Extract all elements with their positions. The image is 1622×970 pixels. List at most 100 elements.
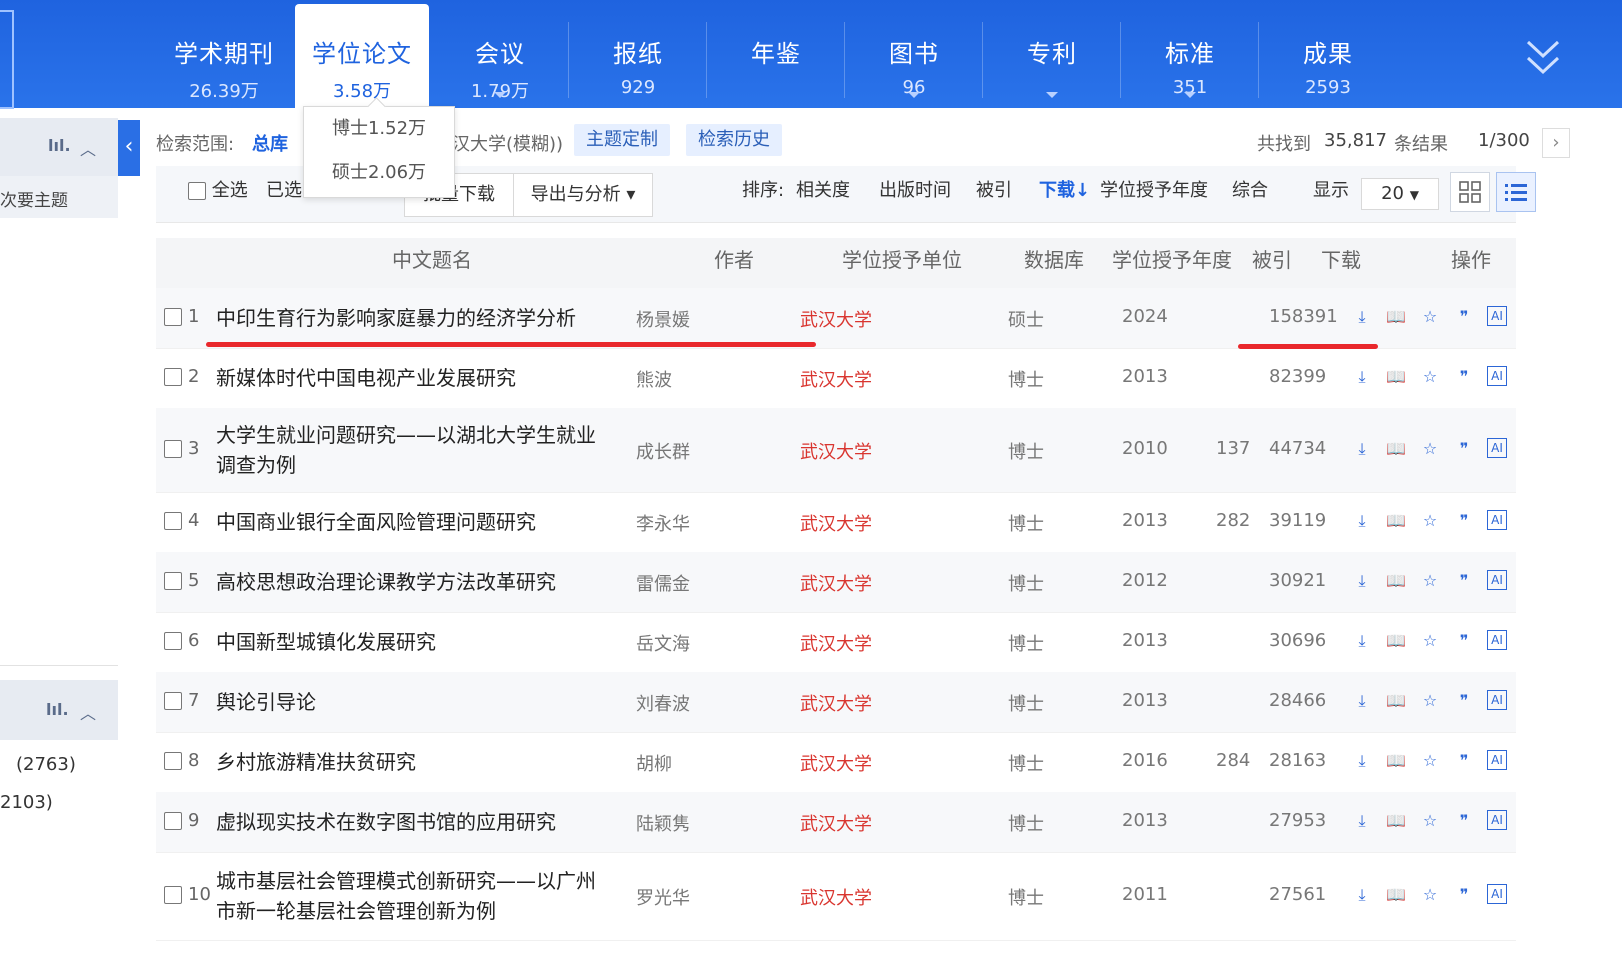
degree-unit-link[interactable]: 武汉大学 [800,438,872,464]
download-icon[interactable]: ⤓ [1351,306,1373,328]
sort-cited[interactable]: 被引 [976,166,1012,216]
quote-icon[interactable]: ❞ [1453,690,1475,712]
thesis-title-link[interactable]: 中印生育行为影响家庭暴力的经济学分析 [216,303,576,333]
range-value[interactable]: 总库 [252,130,288,156]
sort-downloads[interactable]: 下载↓ [1039,166,1090,216]
cited-count[interactable]: 282 [1216,510,1250,531]
sort-comprehensive[interactable]: 综合 [1232,166,1268,216]
col-cited[interactable]: 被引 [1252,238,1292,282]
ai-icon[interactable]: AI [1487,306,1507,326]
ai-icon[interactable]: AI [1487,366,1507,386]
download-icon[interactable]: ⤓ [1351,810,1373,832]
download-icon[interactable]: ⤓ [1351,366,1373,388]
author-link[interactable]: 刘春波 [636,690,690,716]
author-link[interactable]: 陆颖隽 [636,810,690,836]
download-icon[interactable]: ⤓ [1351,570,1373,592]
read-book-icon[interactable]: 📖 [1385,884,1407,906]
ai-icon[interactable]: AI [1487,810,1507,830]
quote-icon[interactable]: ❞ [1453,750,1475,772]
export-analysis-button[interactable]: 导出与分析 ▾ [513,173,653,217]
expand-chevron-icon[interactable] [1525,38,1561,78]
thesis-title-link[interactable]: 中国新型城镇化发展研究 [216,627,436,657]
favorite-star-icon[interactable]: ☆ [1419,306,1441,328]
author-link[interactable]: 熊波 [636,366,672,392]
thesis-title-link[interactable]: 高校思想政治理论课教学方法改革研究 [216,567,556,597]
filter-count[interactable]: (2763) [16,754,76,775]
read-book-icon[interactable]: 📖 [1385,630,1407,652]
degree-unit-link[interactable]: 武汉大学 [800,750,872,776]
favorite-star-icon[interactable]: ☆ [1419,810,1441,832]
favorite-star-icon[interactable]: ☆ [1419,690,1441,712]
favorite-star-icon[interactable]: ☆ [1419,366,1441,388]
author-link[interactable]: 岳文海 [636,630,690,656]
tab-conferences[interactable]: 会议 1.79万 [436,0,564,108]
ai-icon[interactable]: AI [1487,750,1507,770]
row-checkbox[interactable]: 3 [164,438,199,459]
theme-custom-button[interactable]: 主题定制 [574,124,670,156]
ai-icon[interactable]: AI [1487,690,1507,710]
row-checkbox[interactable]: 4 [164,510,199,531]
thesis-title-link[interactable]: 中国商业银行全面风险管理问题研究 [216,507,536,537]
sort-publish-time[interactable]: 出版时间 [879,166,951,216]
thesis-title-link[interactable]: 虚拟现实技术在数字图书馆的应用研究 [216,807,556,837]
download-icon[interactable]: ⤓ [1351,750,1373,772]
read-book-icon[interactable]: 📖 [1385,750,1407,772]
dropdown-item-phd[interactable]: 博士1.52万 [304,107,454,151]
favorite-star-icon[interactable]: ☆ [1419,884,1441,906]
row-checkbox[interactable]: 1 [164,306,199,327]
dropdown-item-master[interactable]: 硕士2.06万 [304,151,454,195]
ai-icon[interactable]: AI [1487,570,1507,590]
chevron-up-icon[interactable]: ︿ [80,700,96,724]
degree-unit-link[interactable]: 武汉大学 [800,630,872,656]
author-link[interactable]: 成长群 [636,438,690,464]
tab-books[interactable]: 图书 96 [850,0,978,108]
row-checkbox[interactable]: 6 [164,630,199,651]
read-book-icon[interactable]: 📖 [1385,366,1407,388]
author-link[interactable]: 李永华 [636,510,690,536]
row-checkbox[interactable]: 8 [164,750,199,771]
tab-journals[interactable]: 学术期刊 26.39万 [160,0,288,108]
author-link[interactable]: 罗光华 [636,884,690,910]
quote-icon[interactable]: ❞ [1453,884,1475,906]
thesis-title-link[interactable]: 大学生就业问题研究——以湖北大学生就业 调查为例 [216,420,596,480]
author-link[interactable]: 杨景媛 [636,306,690,332]
thesis-title-link[interactable]: 新媒体时代中国电视产业发展研究 [216,363,516,393]
quote-icon[interactable]: ❞ [1453,570,1475,592]
favorite-star-icon[interactable]: ☆ [1419,510,1441,532]
degree-unit-link[interactable]: 武汉大学 [800,690,872,716]
tab-patents[interactable]: 专利 [988,0,1116,108]
favorite-star-icon[interactable]: ☆ [1419,570,1441,592]
quote-icon[interactable]: ❞ [1453,630,1475,652]
next-page-button[interactable]: › [1542,128,1570,158]
favorite-star-icon[interactable]: ☆ [1419,630,1441,652]
ai-icon[interactable]: AI [1487,510,1507,530]
author-link[interactable]: 雷儒金 [636,570,690,596]
tab-newspapers[interactable]: 报纸 929 [574,0,702,108]
collapse-panel-button[interactable]: ‹ [118,120,140,176]
degree-unit-link[interactable]: 武汉大学 [800,510,872,536]
chevron-up-icon[interactable]: ︿ [80,136,96,160]
row-checkbox[interactable]: 7 [164,690,199,711]
quote-icon[interactable]: ❞ [1453,366,1475,388]
read-book-icon[interactable]: 📖 [1385,438,1407,460]
degree-unit-link[interactable]: 武汉大学 [800,366,872,392]
row-checkbox[interactable]: 2 [164,366,199,387]
page-size-select[interactable]: 20 ▼ [1361,178,1439,210]
list-view-button[interactable] [1496,172,1536,212]
degree-unit-link[interactable]: 武汉大学 [800,306,872,332]
cited-count[interactable]: 284 [1216,750,1250,771]
search-history-button[interactable]: 检索历史 [686,124,782,156]
download-icon[interactable]: ⤓ [1351,690,1373,712]
left-filter-panel-bottom[interactable]: lıl. ︿ [0,680,118,740]
sort-degree-year[interactable]: 学位授予年度 [1100,166,1208,216]
select-all-checkbox[interactable]: 全选 [188,166,248,216]
degree-unit-link[interactable]: 武汉大学 [800,570,872,596]
quote-icon[interactable]: ❞ [1453,510,1475,532]
thesis-title-link[interactable]: 舆论引导论 [216,687,316,717]
read-book-icon[interactable]: 📖 [1385,570,1407,592]
tab-standards[interactable]: 标准 351 [1126,0,1254,108]
col-downloads[interactable]: 下载 [1321,238,1361,282]
favorite-star-icon[interactable]: ☆ [1419,750,1441,772]
quote-icon[interactable]: ❞ [1453,810,1475,832]
ai-icon[interactable]: AI [1487,438,1507,458]
